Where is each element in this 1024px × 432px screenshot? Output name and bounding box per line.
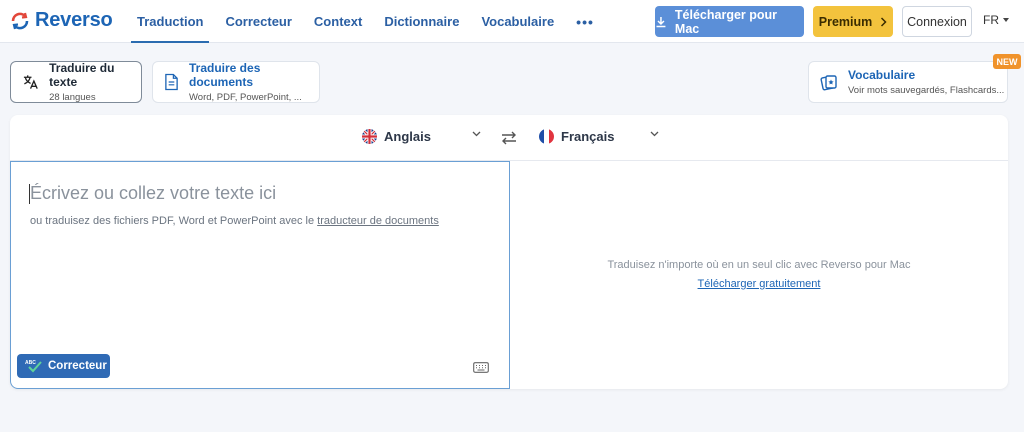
source-language-selector[interactable]: Anglais — [362, 129, 431, 144]
source-language-label: Anglais — [384, 129, 431, 144]
nav-correcteur[interactable]: Correcteur — [219, 0, 297, 43]
mac-promo-text: Traduisez n'importe où en un seul clic a… — [607, 259, 911, 271]
brand-name: Reverso — [35, 9, 113, 31]
ui-language-label: FR — [983, 13, 999, 27]
more-menu-button[interactable]: ••• — [570, 0, 600, 43]
translate-icon — [23, 75, 38, 89]
top-navigation-bar: Reverso Traduction Correcteur Context Di… — [0, 0, 1024, 43]
nav-dictionnaire[interactable]: Dictionnaire — [378, 0, 465, 43]
document-hint: ou traduisez des fichiers PDF, Word et P… — [30, 215, 439, 227]
mode-vocabulary-title: Vocabulaire — [848, 68, 916, 82]
login-button[interactable]: Connexion — [902, 6, 972, 37]
download-mac-label: Télécharger pour Mac — [674, 7, 778, 36]
nav-vocabulaire[interactable]: Vocabulaire — [475, 0, 560, 43]
document-icon — [165, 73, 178, 91]
corrector-button[interactable]: ABC Correcteur — [17, 354, 110, 378]
mode-vocabulary[interactable]: Vocabulaire Voir mots sauvegardés, Flash… — [808, 61, 1008, 103]
check-icon: ABC — [25, 360, 42, 373]
premium-label: Premium — [818, 14, 873, 29]
mode-documents-title: Traduire des documents — [189, 61, 261, 89]
language-bar: Anglais Français — [10, 115, 1008, 161]
source-placeholder: Écrivez ou collez votre texte ici — [30, 183, 277, 203]
reverso-logo-icon — [11, 12, 29, 29]
uk-flag-icon — [362, 129, 377, 144]
nav-context[interactable]: Context — [308, 0, 368, 43]
main-nav: Traduction Correcteur Context Dictionnai… — [131, 0, 610, 43]
document-hint-text: ou traduisez des fichiers PDF, Word et P… — [30, 215, 315, 227]
source-text-area[interactable]: Écrivez ou collez votre texte ici ou tra… — [10, 161, 510, 389]
source-chevron-down-icon[interactable] — [472, 131, 481, 137]
mode-documents-subtitle: Word, PDF, PowerPoint, ... — [189, 92, 302, 103]
mode-translate-text[interactable]: Traduire du texte 28 langues — [10, 61, 142, 103]
target-text-area: Traduisez n'importe où en un seul clic a… — [510, 161, 1008, 389]
reverso-logo[interactable]: Reverso — [9, 9, 113, 32]
flashcards-icon — [820, 75, 837, 91]
translator-panel: Anglais Français Écrivez ou collez votre… — [10, 115, 1008, 389]
caret-down-icon — [1003, 18, 1009, 22]
target-language-selector[interactable]: Français — [539, 129, 614, 144]
keyboard-icon[interactable] — [473, 362, 489, 373]
chevron-right-icon — [881, 16, 887, 27]
premium-button[interactable]: Premium — [813, 6, 893, 37]
swap-languages-icon[interactable] — [501, 131, 517, 145]
target-chevron-down-icon[interactable] — [650, 131, 659, 137]
svg-text:ABC: ABC — [25, 360, 36, 366]
mode-translate-documents[interactable]: Traduire des documents Word, PDF, PowerP… — [152, 61, 320, 103]
mode-vocabulary-subtitle: Voir mots sauvegardés, Flashcards... — [848, 85, 1005, 96]
mode-translate-text-title: Traduire du texte — [49, 61, 115, 89]
download-mac-button[interactable]: Télécharger pour Mac — [655, 6, 804, 37]
new-badge: NEW — [993, 54, 1021, 69]
target-language-label: Français — [561, 129, 615, 144]
mode-translate-text-subtitle: 28 langues — [49, 92, 96, 103]
document-translator-link[interactable]: traducteur de documents — [317, 215, 439, 227]
download-icon — [656, 16, 666, 27]
fr-flag-icon — [539, 129, 554, 144]
free-download-link[interactable]: Télécharger gratuitement — [510, 278, 1008, 290]
corrector-label: Correcteur — [48, 360, 107, 372]
nav-traduction[interactable]: Traduction — [131, 0, 210, 43]
ui-language-selector[interactable]: FR — [983, 13, 1010, 27]
